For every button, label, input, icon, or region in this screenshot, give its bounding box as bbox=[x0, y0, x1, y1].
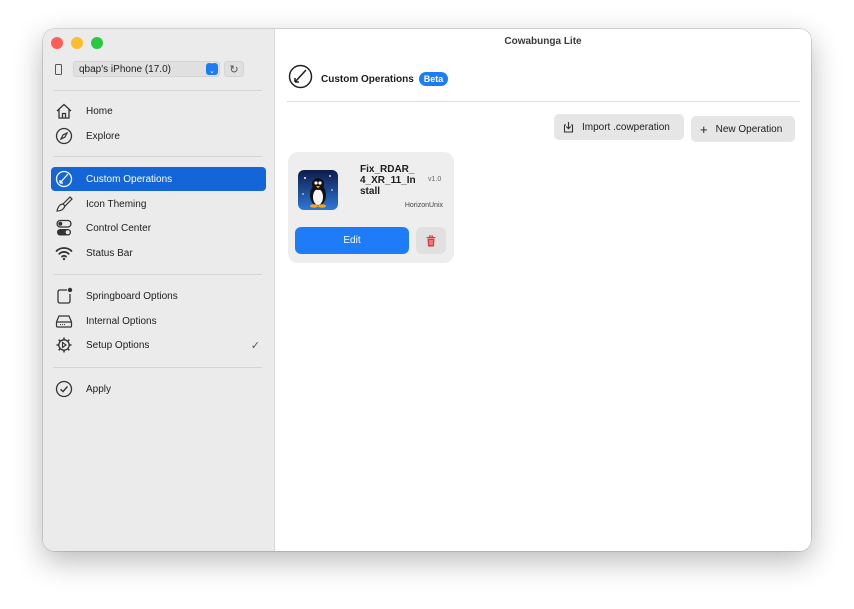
edit-label: Edit bbox=[343, 235, 361, 246]
gear-icon bbox=[55, 336, 73, 354]
device-picker-row: qbap's iPhone (17.0) ⌃ ⌄ ↻ bbox=[55, 60, 266, 78]
checkmark-icon: ✓ bbox=[250, 339, 260, 352]
operation-thumbnail bbox=[298, 170, 338, 210]
sidebar-item-apply[interactable]: Apply bbox=[51, 377, 266, 401]
sidebar-item-label: Springboard Options bbox=[86, 290, 178, 302]
sidebar-item-label: Control Center bbox=[86, 222, 152, 234]
edit-button[interactable]: Edit bbox=[295, 227, 409, 254]
refresh-button[interactable]: ↻ bbox=[224, 61, 244, 77]
sidebar-divider bbox=[53, 274, 262, 275]
custom-operations-icon bbox=[55, 170, 73, 188]
header-divider bbox=[287, 101, 800, 102]
app-window: qbap's iPhone (17.0) ⌃⌄ ↻ Home Explore bbox=[43, 29, 811, 551]
import-cowperation-button[interactable]: Import .cowperation bbox=[554, 114, 684, 140]
device-select-value: qbap's iPhone (17.0) bbox=[79, 63, 171, 75]
zoom-button[interactable] bbox=[91, 37, 103, 49]
delete-button[interactable] bbox=[416, 227, 446, 254]
plus-icon: + bbox=[700, 121, 708, 137]
window-title: Cowabunga Lite bbox=[504, 36, 582, 47]
main-content: Cowabunga Lite Custom Operations Beta Im… bbox=[275, 29, 811, 551]
operation-version: v1.0 bbox=[428, 176, 442, 183]
sidebar-item-internal-options[interactable]: Internal Options bbox=[51, 309, 266, 333]
sidebar-item-springboard-options[interactable]: Springboard Options bbox=[51, 284, 266, 308]
iphone-icon bbox=[55, 63, 62, 75]
internal-drive-icon bbox=[55, 312, 73, 330]
sidebar-item-home[interactable]: Home bbox=[51, 99, 266, 123]
import-icon bbox=[563, 121, 574, 133]
beta-badge: Beta bbox=[418, 72, 449, 86]
minimize-button[interactable] bbox=[71, 37, 83, 49]
sidebar-item-label: Internal Options bbox=[86, 315, 157, 327]
sidebar-item-explore[interactable]: Explore bbox=[51, 124, 266, 148]
sidebar-item-label: Icon Theming bbox=[86, 198, 147, 210]
app-badge-icon bbox=[55, 287, 73, 305]
page-header: Custom Operations Beta bbox=[288, 64, 449, 94]
checkmark-circle-icon bbox=[55, 380, 73, 398]
sidebar-divider bbox=[53, 156, 262, 157]
paintbrush-icon bbox=[55, 195, 73, 213]
window-controls bbox=[51, 37, 103, 49]
refresh-icon: ↻ bbox=[229, 63, 239, 76]
sidebar-item-custom-operations[interactable]: Custom Operations bbox=[51, 167, 266, 191]
operation-name: Fix_RDAR_4_XR_11_Install bbox=[360, 164, 416, 197]
sidebar-item-icon-theming[interactable]: Icon Theming bbox=[51, 192, 266, 216]
sidebar: qbap's iPhone (17.0) ⌃⌄ ↻ Home Explore bbox=[43, 29, 275, 551]
sidebar-item-label: Status Bar bbox=[86, 247, 133, 259]
close-button[interactable] bbox=[51, 37, 63, 49]
sidebar-item-setup-options[interactable]: Setup Options ✓ bbox=[51, 333, 266, 357]
new-operation-button[interactable]: + New Operation bbox=[691, 116, 795, 142]
sidebar-item-label: Explore bbox=[86, 130, 120, 142]
sidebar-item-control-center[interactable]: Control Center bbox=[51, 216, 266, 240]
operation-author: HorizonUnix bbox=[404, 202, 443, 209]
sidebar-item-status-bar[interactable]: Status Bar bbox=[51, 241, 266, 265]
toggles-icon bbox=[55, 219, 73, 237]
sidebar-item-label: Setup Options bbox=[86, 339, 150, 351]
sidebar-divider bbox=[53, 367, 262, 368]
import-label: Import .cowperation bbox=[582, 121, 670, 133]
operation-card: Fix_RDAR_4_XR_11_Install v1.0 HorizonUni… bbox=[288, 152, 454, 263]
custom-operations-icon bbox=[288, 64, 313, 94]
trash-icon bbox=[426, 234, 436, 247]
sidebar-item-label: Home bbox=[86, 105, 113, 117]
compass-icon bbox=[55, 127, 73, 145]
sidebar-item-label: Custom Operations bbox=[86, 173, 173, 185]
sidebar-divider bbox=[53, 90, 262, 91]
page-title: Custom Operations bbox=[321, 73, 414, 85]
device-select[interactable]: qbap's iPhone (17.0) ⌃ ⌄ bbox=[73, 61, 220, 77]
house-icon bbox=[55, 102, 73, 120]
wifi-icon bbox=[55, 244, 73, 262]
sidebar-item-label: Apply bbox=[86, 383, 112, 395]
new-operation-label: New Operation bbox=[715, 123, 783, 135]
select-chevron-icon: ⌃ ⌄ bbox=[206, 62, 218, 75]
